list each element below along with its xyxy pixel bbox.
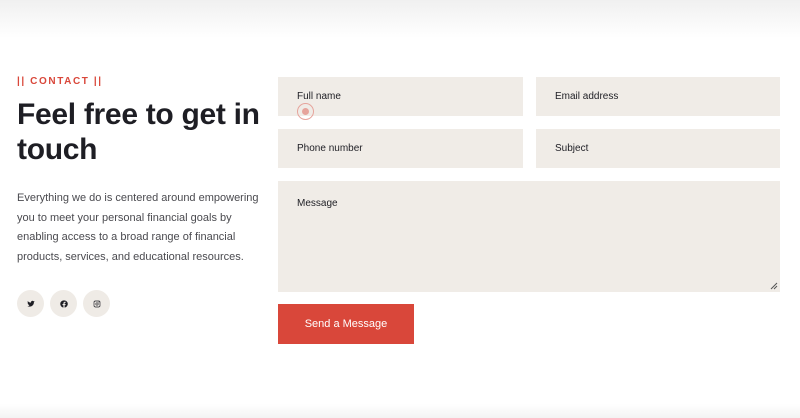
contact-description: Everything we do is centered around empo…	[17, 192, 259, 263]
email-placeholder: Email address	[555, 91, 619, 102]
phone-field[interactable]: Phone number	[278, 129, 523, 168]
mouse-cursor-indicator	[297, 103, 314, 120]
twitter-link[interactable]	[17, 290, 44, 318]
resize-handle-icon[interactable]	[769, 281, 778, 290]
full-name-field[interactable]: Full name	[278, 77, 523, 116]
facebook-link[interactable]	[50, 290, 77, 318]
cursor-dot	[302, 108, 309, 115]
section-eyebrow: || CONTACT ||	[17, 76, 103, 87]
facebook-icon	[59, 300, 68, 308]
send-message-button[interactable]: Send a Message	[278, 304, 414, 344]
subject-field[interactable]: Subject	[536, 129, 780, 168]
email-field[interactable]: Email address	[536, 77, 780, 116]
twitter-icon	[26, 300, 35, 307]
page-title: Feel free to get in touch	[17, 98, 260, 166]
instagram-link[interactable]	[83, 290, 110, 318]
message-placeholder: Message	[297, 198, 338, 209]
contact-info: || CONTACT || Feel free to get in touch …	[17, 76, 262, 318]
full-name-placeholder: Full name	[297, 91, 341, 102]
bottom-shadow	[0, 404, 800, 418]
subject-placeholder: Subject	[555, 143, 589, 154]
instagram-icon	[93, 300, 100, 308]
message-textarea[interactable]: Message	[278, 181, 780, 292]
phone-placeholder: Phone number	[297, 143, 363, 154]
top-shadow	[0, 0, 800, 38]
social-links	[17, 290, 262, 318]
